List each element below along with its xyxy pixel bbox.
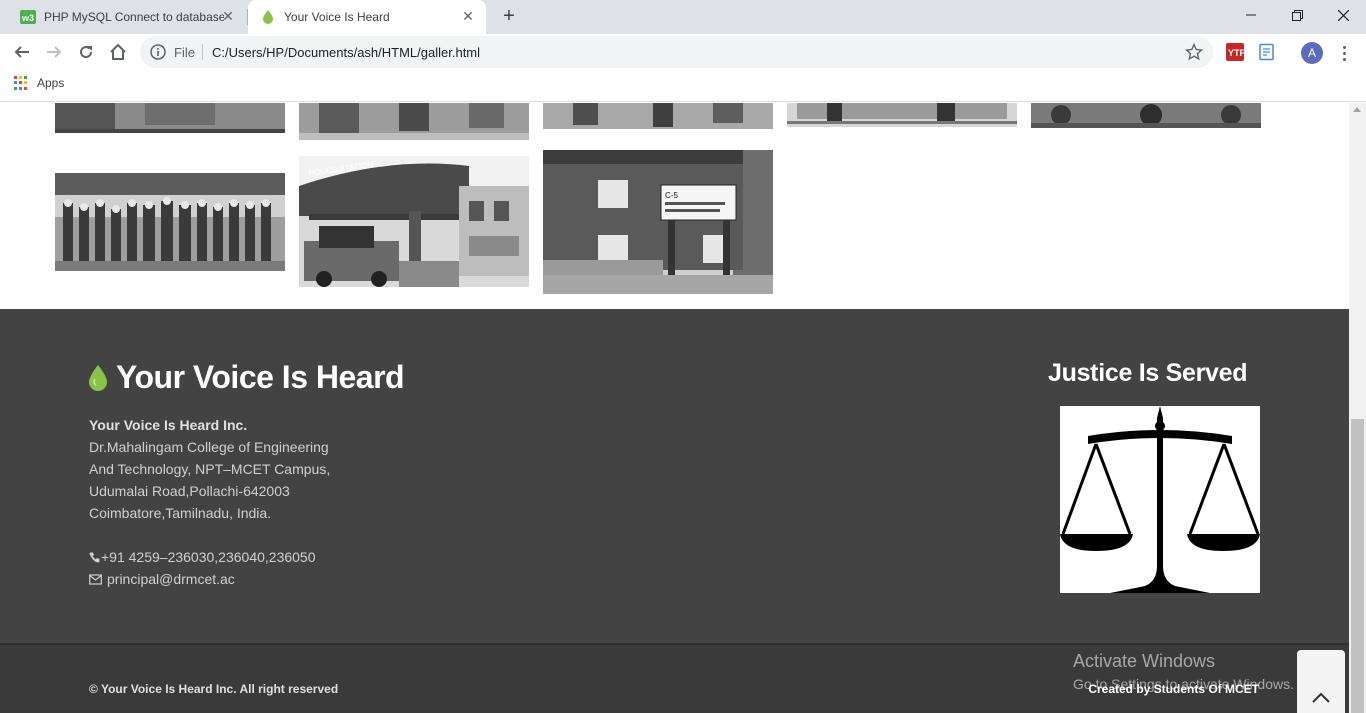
close-icon	[1337, 9, 1349, 21]
extension-notes-icon[interactable]	[1258, 43, 1276, 61]
activate-title: Activate Windows	[1073, 651, 1216, 671]
info-icon[interactable]	[150, 44, 166, 60]
page-scrollbar[interactable]	[1349, 103, 1366, 713]
profile-avatar[interactable]: A	[1301, 42, 1323, 64]
email-row: principal@drmcet.ac	[89, 568, 316, 590]
gallery-photo[interactable]	[1031, 103, 1261, 128]
restore-icon	[1291, 9, 1303, 21]
tab-title: Your Voice Is Heard	[284, 10, 390, 24]
reload-icon	[80, 46, 93, 59]
scales-icon	[1060, 406, 1260, 593]
scrollbar-thumb[interactable]	[1351, 419, 1364, 713]
gallery-photo[interactable]	[55, 173, 285, 271]
drop-logo-icon	[89, 364, 107, 391]
address-line: Dr.Mahalingam College of Engineering	[89, 439, 329, 455]
svg-text:C-5: C-5	[665, 191, 678, 200]
windows-activation-watermark: Activate Windows Go to Settings to activ…	[1073, 651, 1294, 692]
phone-icon	[89, 552, 100, 562]
w3schools-icon: w3	[20, 10, 36, 24]
forward-arrow-icon	[47, 46, 62, 58]
back-button[interactable]	[8, 38, 36, 66]
envelope-icon	[89, 573, 102, 585]
justice-scales-image	[1060, 406, 1260, 593]
footer-address: Your Voice Is Heard Inc. Dr.Mahalingam C…	[89, 414, 330, 524]
restore-button[interactable]	[1274, 0, 1320, 30]
page-viewport: POLICE STATION C-5 Your Voice Is Heard Y…	[0, 103, 1349, 713]
address-bar[interactable]: File C:/Users/HP/Documents/ash/HTML/gall…	[140, 36, 1213, 68]
site-footer: Your Voice Is Heard Your Voice Is Heard …	[0, 309, 1349, 643]
chrome-menu-icon[interactable]	[1336, 42, 1352, 64]
tab-php-mysql[interactable]: w3 PHP MySQL Connect to database ✕	[8, 0, 246, 34]
gallery-photo[interactable]: POLICE STATION	[299, 156, 529, 287]
browser-toolbar: File C:/Users/HP/Documents/ash/HTML/gall…	[0, 34, 1366, 70]
scroll-up-arrow-icon[interactable]	[1353, 107, 1361, 112]
minimize-icon	[1246, 14, 1256, 16]
address-divider	[202, 44, 203, 60]
url-text[interactable]: C:/Users/HP/Documents/ash/HTML/galler.ht…	[212, 45, 480, 60]
apps-grid-icon	[14, 76, 28, 90]
svg-text:w3: w3	[21, 13, 34, 23]
drop-icon	[263, 10, 273, 24]
reload-button[interactable]	[72, 38, 100, 66]
footer-brand[interactable]: Your Voice Is Heard	[88, 359, 405, 396]
activate-subtitle: Go to Settings to activate Windows.	[1073, 676, 1294, 692]
phone-row: +91 4259–236030,236040,236050	[89, 546, 316, 568]
chevron-up-icon	[1312, 692, 1330, 703]
brand-name: Your Voice Is Heard	[116, 359, 405, 395]
minimize-button[interactable]	[1228, 0, 1274, 30]
gallery-photo[interactable]	[55, 103, 285, 133]
tab-strip: w3 PHP MySQL Connect to database ✕ Your …	[0, 0, 1366, 34]
close-window-button[interactable]	[1320, 0, 1366, 30]
address-line: Udumalai Road,Pollachi-642003	[89, 483, 290, 499]
copyright-text: © Your Voice Is Heard Inc. All right res…	[89, 682, 339, 696]
apps-shortcut[interactable]: Apps	[14, 76, 64, 90]
gallery-photo[interactable]	[543, 103, 773, 129]
home-button[interactable]	[104, 38, 132, 66]
extension-ytf-icon[interactable]: YTF	[1226, 43, 1244, 61]
phone-number: +91 4259–236030,236040,236050	[101, 549, 316, 565]
gallery-photo[interactable]	[299, 103, 529, 140]
apps-label: Apps	[37, 76, 65, 90]
back-arrow-icon	[14, 46, 29, 58]
tab-close-icon[interactable]: ✕	[220, 8, 236, 24]
new-tab-button[interactable]: +	[498, 6, 520, 28]
gallery-photo[interactable]: C-5	[543, 150, 773, 294]
scheme-label: File	[174, 45, 195, 60]
org-name: Your Voice Is Heard Inc.	[89, 417, 248, 433]
home-icon	[110, 43, 126, 60]
tab-your-voice[interactable]: Your Voice Is Heard ✕	[248, 0, 486, 34]
tab-close-icon[interactable]: ✕	[460, 8, 476, 24]
back-to-top-button[interactable]	[1297, 650, 1345, 713]
address-line: Coimbatore,Tamilnadu, India.	[89, 505, 272, 521]
gallery-photo[interactable]	[787, 103, 1017, 127]
bookmark-star-icon[interactable]	[1185, 43, 1203, 61]
tab-title: PHP MySQL Connect to database	[44, 10, 224, 24]
svg-text:YTF: YTF	[1228, 48, 1244, 58]
footer-contact: +91 4259–236030,236040,236050 principal@…	[89, 546, 316, 590]
justice-title: Justice Is Served	[1048, 359, 1248, 387]
email-address[interactable]: principal@drmcet.ac	[107, 568, 235, 590]
address-line: And Technology, NPT–MCET Campus,	[89, 461, 331, 477]
forward-button[interactable]	[40, 38, 68, 66]
bookmarks-bar: Apps	[0, 70, 1366, 102]
